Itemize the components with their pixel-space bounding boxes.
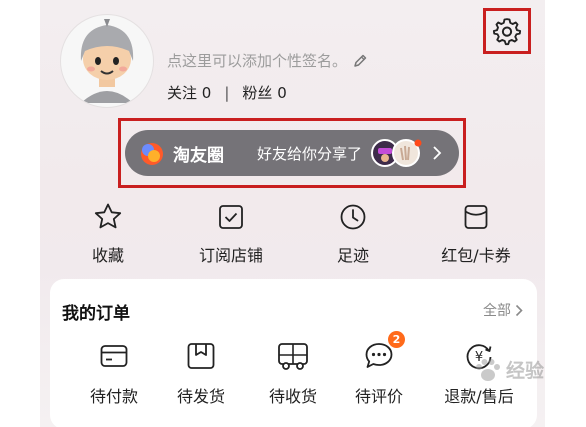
follow-link[interactable]: 关注 0 — [167, 82, 211, 103]
settings-button[interactable] — [483, 8, 531, 54]
shortcut-favorites[interactable]: 收藏 — [48, 200, 168, 266]
chevron-right-icon — [515, 304, 523, 316]
signature-text[interactable]: 点这里可以添加个性签名。 — [167, 50, 347, 71]
circle-title: 淘友圈 — [173, 145, 224, 166]
order-pending-payment[interactable]: 待付款 — [69, 339, 159, 407]
orders-card: 我的订单 全部 待付款 待发货 待收货 2 待评价 ¥ 退款/售后 — [50, 279, 537, 427]
circle-banner-highlight: 淘友圈 好友给你分享了 — [118, 118, 466, 188]
shortcut-row: 收藏 订阅店铺 足迹 红包/卡券 — [40, 200, 545, 270]
star-icon — [94, 203, 122, 229]
order-label: 待收货 — [268, 387, 317, 406]
friend-avatars — [370, 138, 426, 168]
store-check-icon — [219, 205, 243, 229]
follow-label: 关注 — [167, 84, 198, 102]
orders-all-link[interactable]: 全部 — [483, 300, 523, 320]
shortcut-footprints[interactable]: 足迹 — [293, 200, 413, 266]
truck-icon — [278, 343, 308, 370]
order-pending-shipment[interactable]: 待发货 — [156, 339, 246, 407]
gear-icon — [492, 18, 522, 46]
follow-count: 0 — [201, 84, 212, 102]
shortcut-subscribed-stores[interactable]: 订阅店铺 — [171, 200, 291, 266]
order-pending-review[interactable]: 2 待评价 — [334, 331, 424, 407]
watermark: 经验 — [473, 356, 544, 383]
circle-logo-icon — [141, 143, 163, 165]
shortcut-label: 红包/卡券 — [441, 246, 511, 265]
red-envelope-icon — [464, 205, 488, 229]
paw-icon — [476, 358, 500, 381]
order-label: 待付款 — [89, 387, 138, 406]
shortcut-label: 收藏 — [91, 246, 124, 265]
orders-all-label: 全部 — [483, 303, 511, 319]
fans-link[interactable]: 粉丝 0 — [242, 82, 286, 103]
signature-row[interactable]: 点这里可以添加个性签名。 — [167, 50, 368, 71]
fans-count: 0 — [277, 84, 287, 102]
friend-avatar-icons — [371, 139, 422, 167]
clock-icon — [340, 204, 366, 230]
order-label: 退款/售后 — [444, 387, 514, 406]
review-count-badge: 2 — [388, 331, 405, 348]
circle-banner[interactable]: 淘友圈 好友给你分享了 — [125, 130, 459, 176]
stats-separator: | — [224, 83, 230, 102]
pencil-icon[interactable] — [352, 53, 368, 69]
shortcut-coupons[interactable]: 红包/卡券 — [416, 200, 536, 266]
orders-title: 我的订单 — [62, 304, 130, 324]
fans-label: 粉丝 — [242, 84, 273, 102]
circle-message: 好友给你分享了 — [257, 144, 363, 163]
chevron-right-icon — [433, 146, 442, 160]
follow-stats: 关注 0 | 粉丝 0 — [167, 82, 287, 103]
order-label: 待评价 — [354, 387, 403, 406]
avatar[interactable] — [60, 14, 154, 108]
avatar-character-icon — [80, 19, 134, 103]
watermark-text: 经验 — [506, 360, 545, 382]
order-pending-receipt[interactable]: 待收货 — [248, 339, 338, 407]
package-icon — [187, 343, 215, 369]
order-label: 待发货 — [176, 387, 225, 406]
shortcut-label: 订阅店铺 — [198, 246, 263, 265]
taobao-my-page: 点这里可以添加个性签名。 关注 0 | 粉丝 0 淘友圈 好友给你分享了 收藏 … — [40, 0, 545, 427]
wallet-icon — [100, 345, 128, 367]
shortcut-label: 足迹 — [336, 246, 369, 265]
